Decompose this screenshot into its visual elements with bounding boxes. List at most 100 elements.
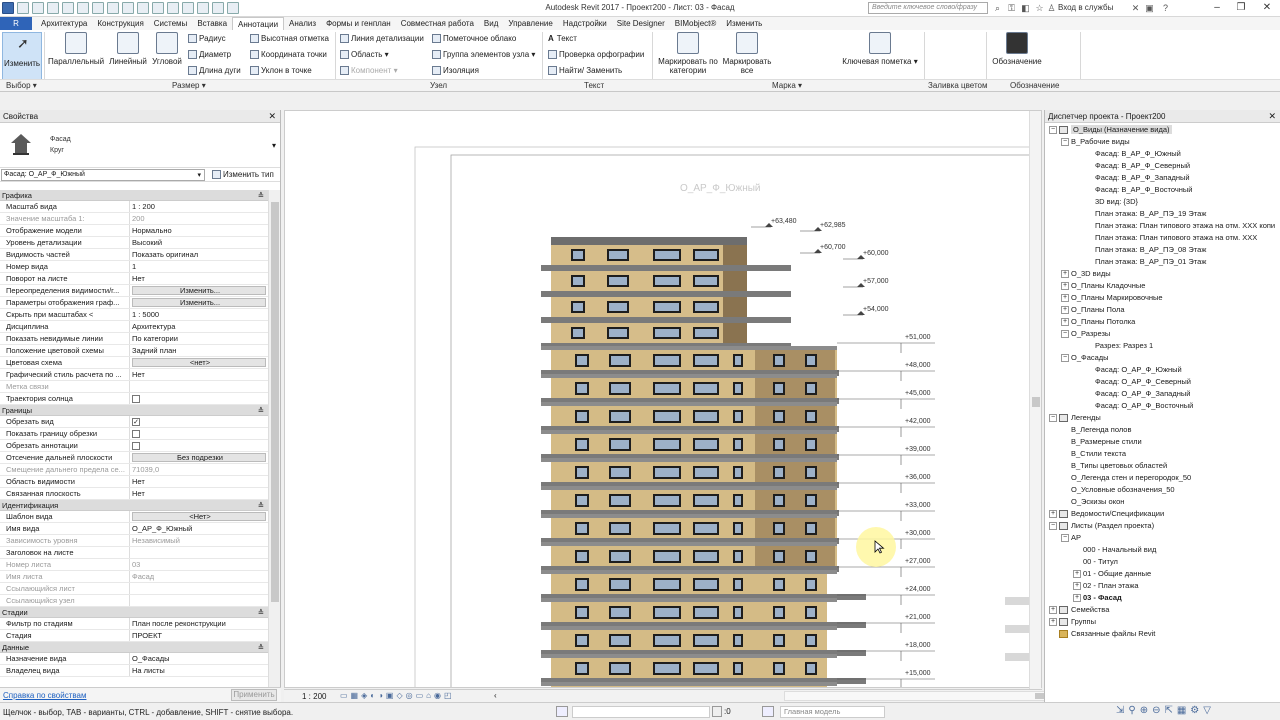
instance-filter-dropdown[interactable]: Фасад: О_АР_Ф_Южный ▾ bbox=[1, 169, 205, 181]
property-value[interactable]: Задний план bbox=[130, 345, 268, 356]
expand-icon[interactable]: + bbox=[1061, 282, 1069, 291]
search-icon[interactable]: ⌕ bbox=[992, 3, 1003, 14]
spot-elevation-button[interactable]: Высотная отметка bbox=[250, 34, 329, 44]
tab-site-designer[interactable]: Site Designer bbox=[612, 17, 670, 30]
properties-scrollbar[interactable] bbox=[268, 190, 280, 687]
property-row[interactable]: Стадия ПРОЕКТ bbox=[0, 630, 268, 642]
properties-section[interactable]: Графика ≙ bbox=[0, 190, 268, 201]
measure-icon[interactable] bbox=[107, 2, 119, 14]
browser-tree-item[interactable]: О_Эскизы окон bbox=[1045, 496, 1280, 508]
collapse-icon[interactable]: ≙ bbox=[258, 607, 264, 618]
property-row[interactable]: Область видимости Нет bbox=[0, 476, 268, 488]
tab-annotate[interactable]: Аннотации bbox=[232, 17, 285, 30]
sign-in-link[interactable]: Вход в службы bbox=[1058, 3, 1113, 12]
property-row[interactable]: Назначение вида О_Фасады bbox=[0, 653, 268, 665]
browser-tree-item[interactable]: В_Размерные стили bbox=[1045, 436, 1280, 448]
browser-tree-item[interactable]: План этажа: План типового этажа на отм. … bbox=[1045, 232, 1280, 244]
filter-icon[interactable] bbox=[712, 706, 722, 717]
user-icon[interactable]: ♙ bbox=[1046, 3, 1057, 14]
browser-tree-item[interactable]: Фасад: В_АР_Ф_Восточный bbox=[1045, 184, 1280, 196]
tab-architecture[interactable]: Архитектура bbox=[36, 17, 92, 30]
collapse-icon[interactable]: − bbox=[1061, 330, 1069, 339]
expand-icon[interactable]: + bbox=[1073, 570, 1081, 579]
diameter-button[interactable]: Диаметр bbox=[188, 50, 231, 60]
browser-tree-item[interactable]: Фасад: В_АР_Ф_Южный bbox=[1045, 148, 1280, 160]
browser-tree-item[interactable]: Разрез: Разрез 1 bbox=[1045, 340, 1280, 352]
tab-manage[interactable]: Управление bbox=[503, 17, 557, 30]
property-row[interactable]: Зависимость уровня Независимый bbox=[0, 535, 268, 547]
property-value[interactable]: На листы bbox=[130, 665, 268, 676]
property-row[interactable]: Показать границу обрезки bbox=[0, 428, 268, 440]
open-icon[interactable] bbox=[17, 2, 29, 14]
property-value[interactable]: По категории bbox=[130, 333, 268, 344]
expand-icon[interactable]: + bbox=[1049, 606, 1057, 615]
spelling-button[interactable]: Проверка орфографии bbox=[548, 50, 644, 60]
property-value[interactable] bbox=[130, 381, 268, 392]
expand-icon[interactable]: + bbox=[1061, 318, 1069, 327]
collapse-icon[interactable]: − bbox=[1061, 354, 1069, 363]
text-icon[interactable] bbox=[152, 2, 164, 14]
browser-tree-item[interactable]: План этажа: В_АР_ПЭ_08 Этаж bbox=[1045, 244, 1280, 256]
browser-tree-item[interactable]: − В_Рабочие виды bbox=[1045, 136, 1280, 148]
property-value[interactable]: Нет bbox=[130, 273, 268, 284]
property-value[interactable]: 1 bbox=[130, 261, 268, 272]
building-facade[interactable] bbox=[541, 237, 866, 688]
property-row[interactable]: Имя вида О_АР_Ф_Южный bbox=[0, 523, 268, 535]
tab-collaborate[interactable]: Совместная работа bbox=[396, 17, 479, 30]
property-button[interactable]: Изменить... bbox=[132, 286, 266, 295]
browser-tree-item[interactable]: План этажа: В_АР_ПЭ_01 Этаж bbox=[1045, 256, 1280, 268]
browser-tree-item[interactable]: + О_3D виды bbox=[1045, 268, 1280, 280]
browser-tree-item[interactable]: + Группы bbox=[1045, 616, 1280, 628]
scrollbar-thumb[interactable] bbox=[271, 202, 279, 602]
design-options-icon[interactable] bbox=[762, 706, 774, 717]
browser-tree-item[interactable]: О_Условные обозначения_50 bbox=[1045, 484, 1280, 496]
property-row[interactable]: Смещение дальнего предела се... 71039,0 bbox=[0, 464, 268, 476]
browser-tree-item[interactable]: +02 - План этажа bbox=[1045, 580, 1280, 592]
expand-icon[interactable]: + bbox=[1049, 618, 1057, 627]
property-button[interactable]: <Нет> bbox=[132, 512, 266, 521]
3d-view-icon[interactable] bbox=[167, 2, 179, 14]
communication-icon[interactable]: ◧ bbox=[1020, 3, 1031, 14]
property-row[interactable]: Обрезать аннотации bbox=[0, 440, 268, 452]
browser-tree-item[interactable]: В_Стили текста bbox=[1045, 448, 1280, 460]
tab-analyze[interactable]: Анализ bbox=[284, 17, 321, 30]
properties-section[interactable]: Данные ≙ bbox=[0, 642, 268, 653]
property-row[interactable]: Метка связи bbox=[0, 381, 268, 393]
canvas-vertical-scrollbar[interactable] bbox=[1029, 111, 1041, 689]
property-value[interactable]: О_Фасады bbox=[130, 653, 268, 664]
collapse-icon[interactable]: − bbox=[1049, 414, 1057, 423]
collapse-icon[interactable]: − bbox=[1049, 522, 1057, 531]
chevron-left-icon[interactable]: ‹ bbox=[494, 691, 497, 700]
favorites-icon[interactable]: ☆ bbox=[1034, 3, 1045, 14]
print-icon[interactable] bbox=[92, 2, 104, 14]
panel-label-tag[interactable]: Марка ▾ bbox=[772, 81, 802, 90]
property-value[interactable]: 200 bbox=[130, 213, 268, 224]
view-control-icons[interactable]: ▭▦◈◐◑▣◇◎▭⌂◉◰ bbox=[340, 691, 455, 700]
undo-icon[interactable] bbox=[62, 2, 74, 14]
subscription-icon[interactable]: ⚿ bbox=[1006, 3, 1017, 14]
exchange-icon[interactable]: ✕ bbox=[1130, 3, 1141, 14]
revit-logo-icon[interactable] bbox=[2, 2, 14, 14]
tab-addins[interactable]: Надстройки bbox=[558, 17, 612, 30]
minimize-button[interactable]: – bbox=[1206, 0, 1228, 17]
properties-help-link[interactable]: Справка по свойствам bbox=[3, 691, 86, 700]
find-replace-button[interactable]: Найти/ Заменить bbox=[548, 66, 622, 76]
spot-slope-button[interactable]: Уклон в точке bbox=[250, 66, 312, 76]
detail-line-button[interactable]: Линия детализации bbox=[340, 34, 424, 44]
property-row[interactable]: Скрыть при масштабах <1 : 5000 bbox=[0, 309, 268, 321]
browser-tree-item[interactable]: − О_Виды (Назначение вида) bbox=[1045, 124, 1280, 136]
properties-section[interactable]: Стадии ≙ bbox=[0, 607, 268, 618]
checkbox[interactable]: ✓ bbox=[132, 418, 140, 427]
browser-tree-item[interactable]: О_Легенда стен и перегородок_50 bbox=[1045, 472, 1280, 484]
browser-tree-item[interactable]: 3D вид: {3D} bbox=[1045, 196, 1280, 208]
arc-length-button[interactable]: Длина дуги bbox=[188, 66, 241, 76]
property-value[interactable]: Нет bbox=[130, 488, 268, 499]
browser-tree-item[interactable]: Фасад: В_АР_Ф_Западный bbox=[1045, 172, 1280, 184]
property-row[interactable]: Переопределения видимости/г... Изменить..… bbox=[0, 285, 268, 297]
detail-group-button[interactable]: Группа элементов узла ▾ bbox=[432, 50, 535, 60]
app-icon[interactable]: ▣ bbox=[1144, 3, 1155, 14]
tag-by-category-button[interactable]: Маркировать по категории bbox=[656, 32, 720, 75]
scrollbar-thumb[interactable] bbox=[1032, 397, 1040, 407]
property-value[interactable]: Показать оригинал bbox=[130, 249, 268, 260]
tab-massing-site[interactable]: Формы и генплан bbox=[321, 17, 396, 30]
